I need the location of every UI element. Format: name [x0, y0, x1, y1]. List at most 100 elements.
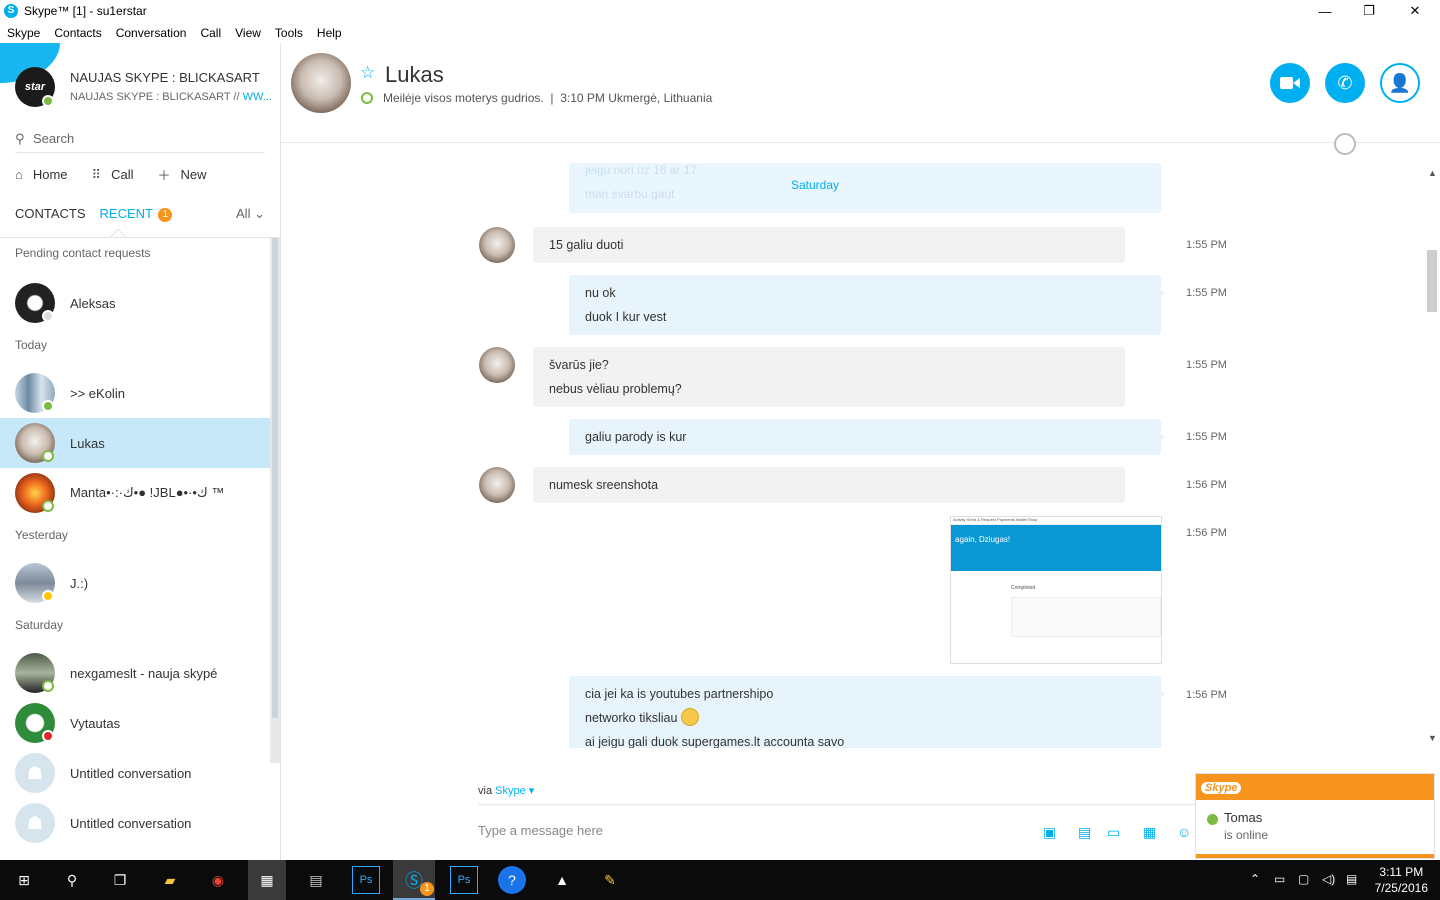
- photoshop-icon[interactable]: Ps: [352, 866, 380, 894]
- new-button[interactable]: ＋ New: [157, 165, 206, 184]
- sidebar-scroll-thumb[interactable]: [272, 238, 278, 718]
- faded-line: jeigu nori uz 16 ar 17: [585, 163, 698, 177]
- maximize-button[interactable]: ❐: [1346, 0, 1392, 22]
- contact-tabs: CONTACTS RECENT 1 All ⌄: [15, 206, 265, 222]
- chrome-icon[interactable]: ◉: [204, 866, 232, 894]
- video-call-button[interactable]: [1270, 63, 1310, 103]
- favorite-star-icon[interactable]: ☆: [360, 63, 375, 83]
- profile-mood-text: NAUJAS SKYPE : BLICKASART //: [70, 91, 243, 103]
- windows-start-icon[interactable]: ⊞: [10, 866, 38, 894]
- sender-avatar: [479, 227, 515, 263]
- send-contacts-icon[interactable]: ▣: [1043, 824, 1056, 841]
- menu-view[interactable]: View: [228, 26, 268, 40]
- list-item[interactable]: >> eKolin: [0, 368, 270, 418]
- profile-panel[interactable]: star NAUJAS SKYPE : BLICKASART NAUJAS SK…: [0, 43, 280, 131]
- menu-tools[interactable]: Tools: [268, 26, 310, 40]
- new-label: New: [180, 167, 207, 182]
- message-time: 1:55 PM: [1186, 431, 1227, 443]
- contact-card-icon[interactable]: ▦: [1143, 824, 1156, 841]
- menu-skype[interactable]: Skype: [0, 26, 47, 40]
- notepad-icon[interactable]: ▤: [302, 866, 330, 894]
- search-input[interactable]: ⚲ Search: [15, 125, 265, 153]
- conversation-panel: ☆ Lukas Meilėje visos moterys gudrios. |…: [281, 43, 1440, 860]
- online-status-icon: [1207, 814, 1218, 825]
- emoticon-icon[interactable]: ☺: [1177, 824, 1191, 840]
- message-input[interactable]: Type a message here: [478, 823, 603, 838]
- chevron-down-icon: ⌄: [254, 206, 265, 221]
- image-nav-text: Activity Send & Request Payments Wallet …: [951, 517, 1161, 525]
- online-notification[interactable]: Skype Tomas is online: [1195, 773, 1435, 859]
- taskbar: ⊞ ⚲ ❐ ▰ ◉ ▦ ▤ Ps Ⓢ 1 Ps ? ▲ ✎ ⌃ ▭ ▢ ◁) ▤…: [0, 860, 1440, 900]
- photos-icon[interactable]: ▲: [548, 866, 576, 894]
- list-item[interactable]: J.:): [0, 558, 270, 608]
- profile-mood-link[interactable]: WW...: [243, 91, 272, 103]
- outgoing-message[interactable]: nu ok duok I kur vest: [569, 275, 1165, 335]
- chevron-up-icon[interactable]: ⌃: [1250, 872, 1260, 886]
- list-item[interactable]: nexgameslt - nauja skypé: [0, 648, 270, 698]
- scroll-down-icon[interactable]: ▼: [1428, 733, 1437, 743]
- list-item[interactable]: ☗ Untitled conversation: [0, 798, 270, 848]
- contact-name: Vytautas: [70, 715, 121, 731]
- globe-icon[interactable]: [1334, 133, 1356, 155]
- system-clock[interactable]: 3:11 PM 7/25/2016: [1375, 864, 1428, 896]
- message-line: nu ok: [585, 286, 616, 300]
- message-time: 1:55 PM: [1186, 239, 1227, 251]
- list-item[interactable]: Vytautas: [0, 698, 270, 748]
- battery-icon[interactable]: ▭: [1274, 872, 1285, 886]
- voice-call-button[interactable]: ✆: [1325, 63, 1365, 103]
- contact-name: Aleksas: [70, 295, 116, 311]
- list-item[interactable]: Aleksas: [0, 278, 270, 328]
- list-item[interactable]: Manta•·:·ك•● !JBL●•·•ك ™: [0, 468, 270, 518]
- filter-dropdown[interactable]: All ⌄: [236, 206, 265, 222]
- smile-emoticon-icon: [681, 708, 700, 726]
- message-scroll-thumb[interactable]: [1427, 250, 1437, 312]
- media-player-icon[interactable]: ▦: [253, 866, 281, 894]
- call-button[interactable]: ⠿ Call: [92, 165, 134, 184]
- add-people-button[interactable]: 👤: [1380, 63, 1420, 103]
- search-icon[interactable]: ⚲: [58, 866, 86, 894]
- paint-icon[interactable]: ✎: [596, 866, 624, 894]
- network-icon[interactable]: ▢: [1298, 872, 1309, 886]
- list-item-selected[interactable]: Lukas: [0, 418, 270, 468]
- minimize-button[interactable]: —: [1302, 0, 1348, 22]
- task-view-icon[interactable]: ❐: [106, 866, 134, 894]
- file-explorer-icon[interactable]: ▰: [156, 866, 184, 894]
- message-scrollbar[interactable]: ▲ ▼: [1424, 163, 1440, 748]
- menu-contacts[interactable]: Contacts: [47, 26, 108, 40]
- section-today: Today: [15, 338, 48, 352]
- send-file-icon[interactable]: ▤: [1078, 824, 1091, 841]
- outgoing-message[interactable]: galiu parody is kur: [569, 419, 1165, 455]
- incoming-message[interactable]: 15 galiu duoti: [533, 227, 1125, 263]
- call-label: Call: [111, 167, 134, 182]
- tab-contacts[interactable]: CONTACTS: [15, 206, 86, 222]
- contact-avatar[interactable]: [291, 53, 351, 113]
- scroll-up-icon[interactable]: ▲: [1428, 168, 1437, 178]
- sender-avatar: [479, 467, 515, 503]
- menu-help[interactable]: Help: [310, 26, 349, 40]
- list-item[interactable]: ☗ Untitled conversation: [0, 748, 270, 798]
- menu-call[interactable]: Call: [193, 26, 228, 40]
- home-button[interactable]: ⌂ Home: [15, 165, 68, 184]
- add-contact-icon: 👤: [1388, 72, 1412, 93]
- clock-date: 7/25/2016: [1374, 881, 1428, 895]
- skype-brand: Skype: [1201, 782, 1242, 794]
- shared-image[interactable]: Activity Send & Request Payments Wallet …: [950, 516, 1162, 664]
- video-message-icon[interactable]: ▭: [1107, 824, 1120, 841]
- incoming-message[interactable]: numesk sreenshota: [533, 467, 1125, 503]
- tab-recent[interactable]: RECENT 1: [100, 206, 173, 222]
- pending-status-icon: [42, 310, 54, 322]
- photoshop-icon-2[interactable]: Ps: [450, 866, 478, 894]
- incoming-message[interactable]: švarūs jie? nebus vėliau problemų?: [533, 347, 1125, 407]
- message-line: nebus vėliau problemų?: [549, 382, 682, 396]
- message-line: ai jeigu gali duok supergames.lt account…: [585, 735, 845, 748]
- outgoing-message[interactable]: cia jei ka is youtubes partnershipo netw…: [569, 676, 1165, 748]
- message-line: 15 galiu duoti: [549, 238, 624, 252]
- menu-conversation[interactable]: Conversation: [109, 26, 194, 40]
- notification-contact: Tomas: [1224, 810, 1263, 825]
- help-icon[interactable]: ?: [498, 866, 526, 894]
- notifications-icon[interactable]: ▤: [1346, 872, 1357, 886]
- volume-icon[interactable]: ◁): [1322, 872, 1335, 886]
- via-selector[interactable]: via Skype ▾: [478, 784, 534, 797]
- sidebar-scrollbar[interactable]: [270, 238, 280, 763]
- close-button[interactable]: ✕: [1392, 0, 1438, 22]
